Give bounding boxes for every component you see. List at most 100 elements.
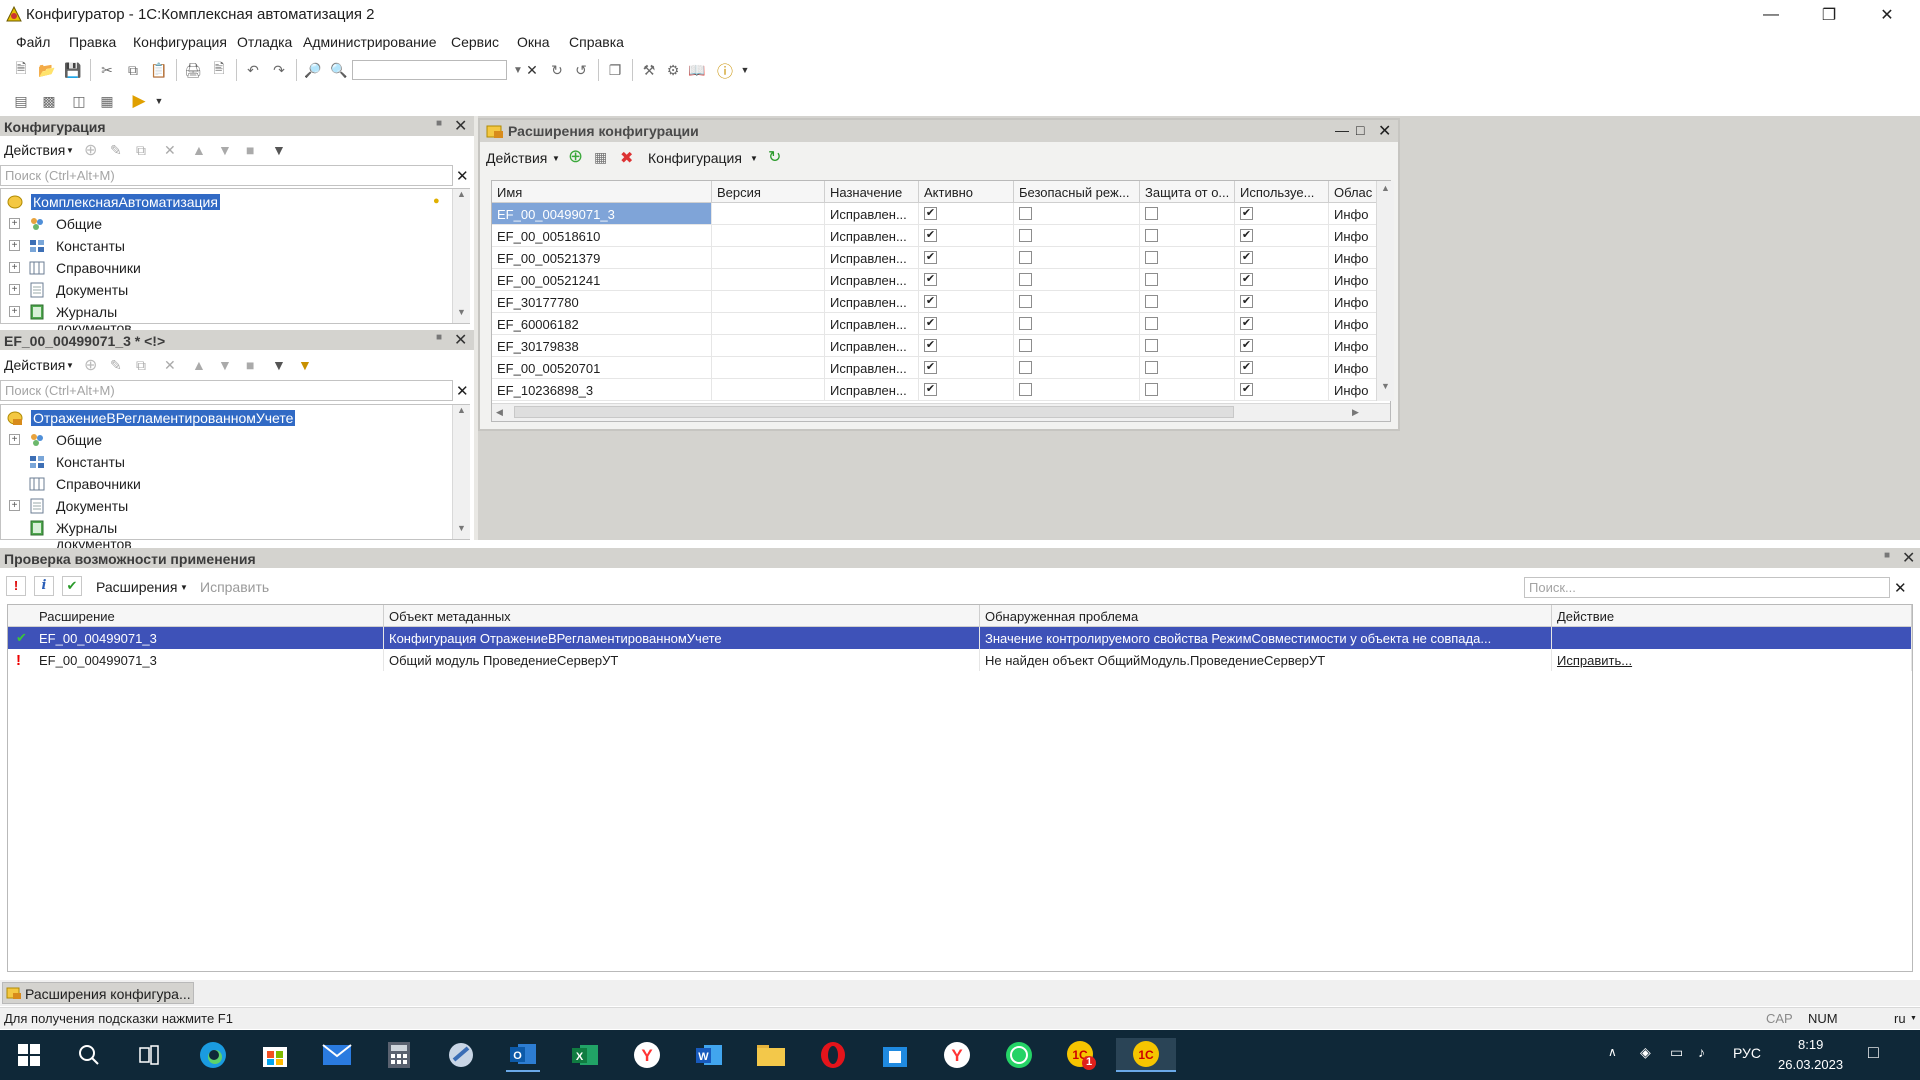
cell-active[interactable]: ✔ <box>919 357 1014 379</box>
move-down-icon[interactable]: ▼ <box>218 357 232 373</box>
checkbox[interactable] <box>1019 273 1032 286</box>
actions-menu[interactable]: Действия <box>4 357 65 373</box>
table-icon[interactable]: ▦ <box>96 90 118 112</box>
config-compare-icon[interactable]: ▩ <box>38 90 60 112</box>
delete-icon[interactable]: ✕ <box>164 142 176 159</box>
pin-icon[interactable]: ■ <box>436 332 442 343</box>
cell-safe[interactable] <box>1014 335 1140 357</box>
cell-active[interactable]: ✔ <box>919 379 1014 401</box>
actions-dropdown-icon[interactable]: ▼ <box>552 154 560 163</box>
checkbox[interactable]: ✔ <box>1240 295 1253 308</box>
checkbox[interactable]: ✔ <box>924 229 937 242</box>
checkbox[interactable] <box>1019 207 1032 220</box>
pin-icon[interactable]: ■ <box>436 118 442 129</box>
cell-active[interactable]: ✔ <box>919 225 1014 247</box>
checkbox[interactable] <box>1019 229 1032 242</box>
book-icon[interactable]: 📖 <box>686 59 708 81</box>
paste-icon[interactable]: 📋 <box>148 59 170 81</box>
ext-config-menu[interactable]: Конфигурация <box>648 150 742 166</box>
config-search-clear-icon[interactable]: ✕ <box>456 167 469 185</box>
check-search-clear-icon[interactable]: ✕ <box>1894 579 1907 597</box>
checkbox[interactable]: ✔ <box>924 295 937 308</box>
info-dropdown-icon[interactable]: ▼ <box>734 59 756 81</box>
extension-row[interactable]: EF_00_00521241 Исправлен... ✔ ✔ Инфо <box>492 269 1377 291</box>
checkbox[interactable]: ✔ <box>1240 273 1253 286</box>
config-open-icon[interactable]: ▤ <box>10 90 32 112</box>
add-icon[interactable]: ⊕ <box>84 355 97 375</box>
expand-icon[interactable]: + <box>9 240 20 251</box>
extension-row[interactable]: EF_10236898_3 Исправлен... ✔ ✔ Инфо <box>492 379 1377 401</box>
checkbox[interactable]: ✔ <box>1240 251 1253 264</box>
syntax-helper-icon[interactable]: ⚙ <box>662 59 684 81</box>
add-icon[interactable]: ⊕ <box>84 140 97 160</box>
checkbox[interactable]: ✔ <box>1240 383 1253 396</box>
col-action[interactable]: Действие <box>1552 605 1912 627</box>
extension-row[interactable]: EF_60006182 Исправлен... ✔ ✔ Инфо <box>492 313 1377 335</box>
find-icon[interactable]: 🔎 <box>302 59 324 81</box>
cell-protect[interactable] <box>1140 225 1235 247</box>
windows-start-icon[interactable] <box>12 1038 46 1072</box>
col-name[interactable]: Имя <box>492 181 712 203</box>
scroll-down-icon[interactable]: ▼ <box>453 307 470 323</box>
copy-item-icon[interactable]: ⧉ <box>136 357 146 374</box>
edit-extension-icon[interactable]: ▦ <box>594 149 607 166</box>
new-file-icon[interactable]: 🗎 <box>10 59 32 81</box>
check-search-input[interactable]: Поиск... <box>1524 577 1890 598</box>
checkbox[interactable] <box>1145 361 1158 374</box>
save-icon[interactable]: 💾 <box>62 59 84 81</box>
scroll-left-icon[interactable]: ◀ <box>496 407 503 418</box>
clock-time[interactable]: 8:19 <box>1798 1037 1823 1052</box>
col-protection[interactable]: Защита от о... <box>1140 181 1235 203</box>
ext-table-vscroll[interactable]: ▲ ▼ <box>1376 181 1394 401</box>
copy-icon[interactable]: ⧉ <box>122 59 144 81</box>
tray-expand-icon[interactable]: ∧ <box>1608 1045 1617 1059</box>
checkbox[interactable] <box>1145 229 1158 242</box>
edit-icon[interactable]: ✎ <box>110 357 122 374</box>
opera-icon[interactable] <box>816 1038 850 1072</box>
config-tree-scrollbar[interactable]: ▲ ▼ <box>452 189 470 323</box>
tools-icon[interactable]: ⚒ <box>638 59 660 81</box>
cell-active[interactable]: ✔ <box>919 203 1014 225</box>
language-dropdown-icon[interactable]: ▼ <box>1910 1015 1917 1022</box>
minimize-button[interactable]: — <box>1742 0 1800 29</box>
outlook-icon[interactable]: O <box>506 1038 540 1072</box>
checkbox[interactable]: ✔ <box>1240 229 1253 242</box>
scroll-down-icon[interactable]: ▼ <box>453 523 470 539</box>
config-search-input[interactable]: Поиск (Ctrl+Alt+M) <box>0 165 453 186</box>
run-dropdown-icon[interactable]: ▼ <box>148 90 170 112</box>
cell-safe[interactable] <box>1014 357 1140 379</box>
checkbox[interactable] <box>1019 383 1032 396</box>
pin-icon[interactable]: ■ <box>1884 550 1890 561</box>
battery-icon[interactable]: ▭ <box>1670 1044 1683 1061</box>
cell-protect[interactable] <box>1140 203 1235 225</box>
actions-dropdown-icon[interactable]: ▼ <box>66 361 74 370</box>
expand-icon[interactable]: + <box>9 306 20 317</box>
col-version[interactable]: Версия <box>712 181 825 203</box>
checkbox[interactable] <box>1145 273 1158 286</box>
cell-action[interactable]: Исправить... <box>1552 649 1912 671</box>
tab-extensions[interactable]: Расширения конфигура... <box>2 982 194 1004</box>
col-metadata-object[interactable]: Объект метаданных <box>384 605 980 627</box>
word-icon[interactable]: W <box>692 1038 726 1072</box>
notifications-icon[interactable]: □ <box>1868 1042 1879 1063</box>
actions-menu[interactable]: Действия <box>4 142 65 158</box>
checkbox[interactable]: ✔ <box>1240 339 1253 352</box>
menu-edit[interactable]: Правка <box>69 34 116 50</box>
close-panel-icon[interactable]: ✕ <box>1902 548 1915 568</box>
col-used[interactable]: Используе... <box>1235 181 1329 203</box>
checkbox[interactable] <box>1019 295 1032 308</box>
close-panel-icon[interactable]: ✕ <box>454 330 467 350</box>
extension-row[interactable]: EF_30177780 Исправлен... ✔ ✔ Инфо <box>492 291 1377 313</box>
sort-icon[interactable]: ■ <box>246 142 254 158</box>
task-view-icon[interactable] <box>132 1038 166 1072</box>
run-debug-icon[interactable]: ▶ <box>128 90 150 112</box>
edit-icon[interactable]: ✎ <box>110 142 122 159</box>
restore-button[interactable]: ❐ <box>1800 0 1858 29</box>
redo-icon[interactable]: ↷ <box>268 59 290 81</box>
input-language[interactable]: РУС <box>1733 1045 1761 1061</box>
copy-item-icon[interactable]: ⧉ <box>136 142 146 159</box>
filter-icon[interactable]: ▼ <box>272 357 286 373</box>
store-icon[interactable] <box>258 1038 292 1072</box>
1c-notify-icon[interactable]: 1C 1 <box>1064 1038 1098 1072</box>
network-icon[interactable]: ◈ <box>1640 1044 1651 1061</box>
